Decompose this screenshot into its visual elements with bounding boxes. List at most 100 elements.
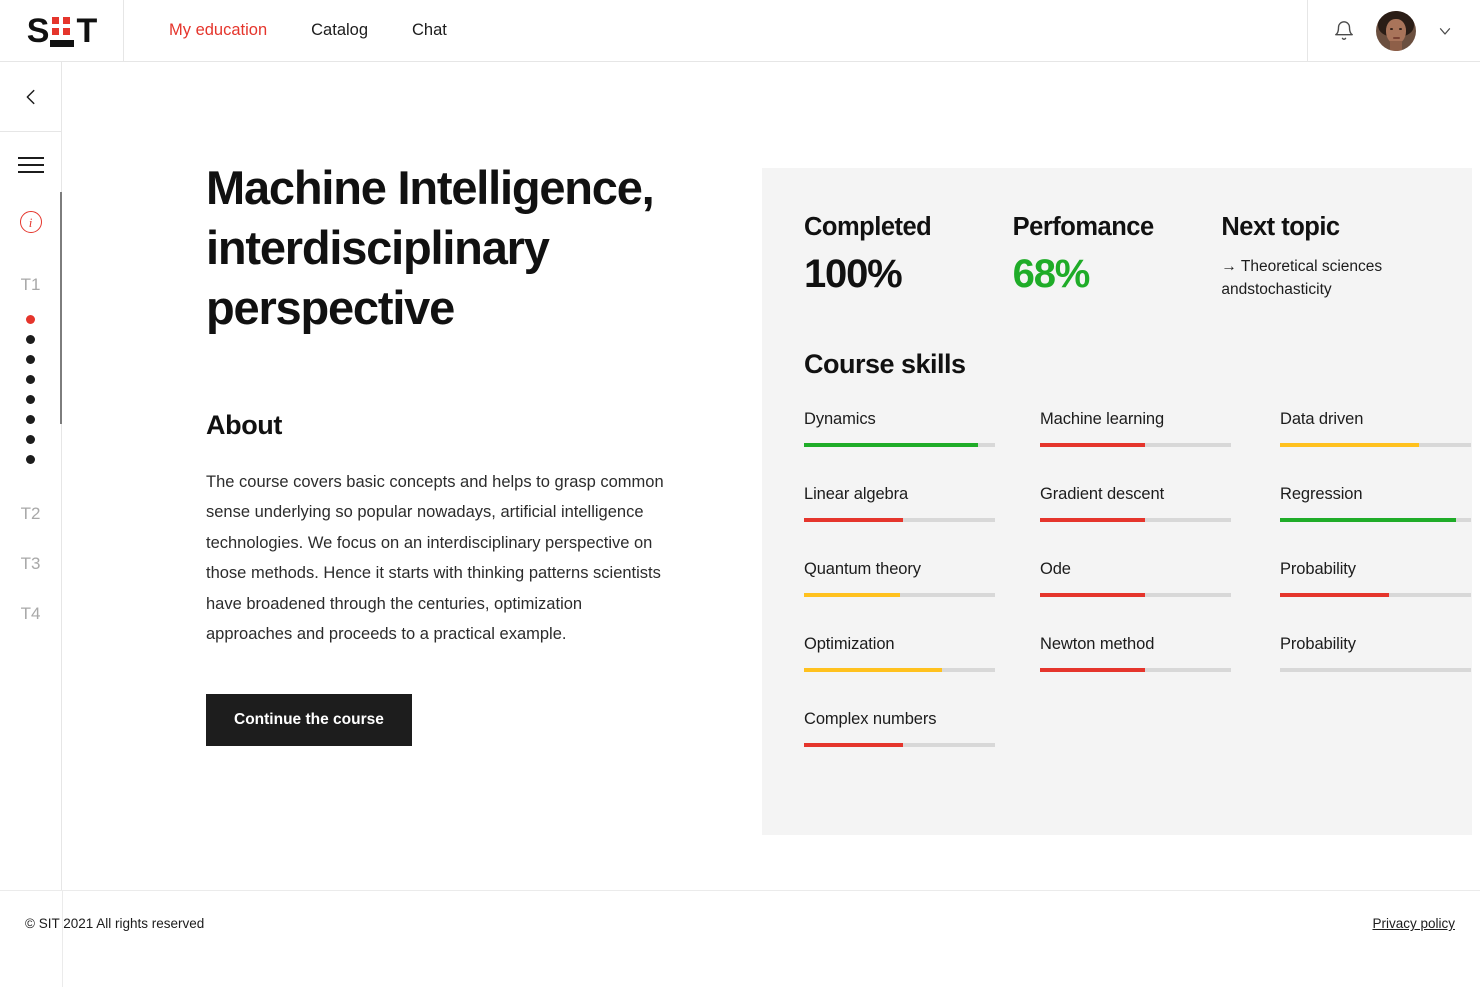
privacy-policy-link[interactable]: Privacy policy xyxy=(1372,916,1455,931)
avatar[interactable] xyxy=(1376,10,1416,51)
skill-name: Probability xyxy=(1280,560,1356,579)
stats-card: Completed 100% Perfomance 68% Next topic… xyxy=(762,168,1472,836)
skill-item: Complex numbers xyxy=(804,710,1040,785)
page-footer: © SIT 2021 All rights reserved Privacy p… xyxy=(0,891,1480,987)
skill-progress-fill xyxy=(1280,593,1389,598)
next-topic: Next topic → Theoretical sciences andsto… xyxy=(1221,213,1430,301)
lesson-dot[interactable] xyxy=(26,335,35,344)
skill-name: Gradient descent xyxy=(1040,485,1165,504)
continue-course-button[interactable]: Continue the course xyxy=(206,694,412,747)
skill-name: Dynamics xyxy=(804,410,876,429)
nav-link-catalog[interactable]: Catalog xyxy=(311,21,368,40)
about-heading: About xyxy=(206,410,282,440)
logo-underbar xyxy=(50,39,75,47)
nav-link-my-education[interactable]: My education xyxy=(169,21,267,40)
skill-name: Probability xyxy=(1280,635,1356,654)
skill-item: Data driven xyxy=(1280,410,1471,485)
page-body: i T1 T2 T3 T4 Machine Intelligence, inte… xyxy=(0,62,1480,891)
logo-dot-matrix-icon xyxy=(49,14,75,48)
sidebar-scrollbar[interactable] xyxy=(60,192,62,424)
skill-progress-track xyxy=(1280,443,1471,448)
lesson-dot-current[interactable] xyxy=(26,315,35,324)
skill-name: Quantum theory xyxy=(804,560,921,579)
skill-progress-track xyxy=(1040,518,1231,523)
skill-progress-track xyxy=(804,743,995,748)
chevron-down-icon[interactable] xyxy=(1436,22,1454,40)
skill-progress-track xyxy=(804,443,995,448)
skill-progress-fill xyxy=(804,518,904,523)
skill-progress-track xyxy=(1040,593,1231,598)
logo-mark: S T xyxy=(26,11,97,50)
lesson-dot[interactable] xyxy=(26,455,35,464)
skill-item: Probability xyxy=(1280,560,1471,635)
skill-progress-fill xyxy=(1040,668,1146,673)
sidebar-item-t1[interactable]: T1 xyxy=(21,275,41,295)
stat-completed: Completed 100% xyxy=(804,213,1013,301)
logo-letter-s: S xyxy=(26,11,50,50)
about-description: The course covers basic concepts and hel… xyxy=(206,473,664,644)
skill-item: Newton method xyxy=(1040,635,1280,710)
skill-name: Data driven xyxy=(1280,410,1364,429)
skill-progress-fill xyxy=(1040,518,1146,523)
app-root: S T My education Catalog Chat i T1 T2 T3… xyxy=(0,0,1480,987)
skill-progress-track xyxy=(804,668,995,673)
skill-name: Newton method xyxy=(1040,635,1155,654)
skill-name: Regression xyxy=(1280,485,1363,504)
sidebar-item-t4[interactable]: T4 xyxy=(21,604,41,624)
info-icon[interactable]: i xyxy=(19,211,42,233)
stat-value: 100% xyxy=(804,252,903,297)
course-overview-pane: Machine Intelligence, interdisciplinary … xyxy=(62,62,762,890)
copyright-text: © SIT 2021 All rights reserved xyxy=(25,916,205,931)
stat-label: Completed xyxy=(804,213,932,241)
sidebar-item-t2[interactable]: T2 xyxy=(21,504,41,524)
skill-item: Ode xyxy=(1040,560,1280,635)
skill-item: Machine learning xyxy=(1040,410,1280,485)
skill-name: Complex numbers xyxy=(804,710,937,729)
skill-item: Probability xyxy=(1280,635,1471,710)
nav-user-area xyxy=(1307,0,1480,61)
lesson-dot[interactable] xyxy=(26,375,35,384)
skill-progress-track xyxy=(1280,518,1471,523)
lesson-dot[interactable] xyxy=(26,395,35,404)
skill-progress-fill xyxy=(804,743,904,748)
skill-progress-fill xyxy=(1040,443,1146,448)
skill-progress-fill xyxy=(1280,443,1420,448)
bell-icon[interactable] xyxy=(1332,19,1356,43)
skill-name: Ode xyxy=(1040,560,1071,579)
course-sidebar: i T1 T2 T3 T4 xyxy=(0,62,62,890)
next-topic-text: Theoretical sciences andstochasticity xyxy=(1221,258,1383,299)
lesson-dot[interactable] xyxy=(26,435,35,444)
skill-item: Quantum theory xyxy=(804,560,1040,635)
primary-nav-links: My education Catalog Chat xyxy=(124,0,1307,61)
stats-row: Completed 100% Perfomance 68% Next topic… xyxy=(804,213,1430,301)
skill-progress-fill xyxy=(804,443,978,448)
skill-item: Gradient descent xyxy=(1040,485,1280,560)
skill-name: Machine learning xyxy=(1040,410,1165,429)
skill-progress-track xyxy=(804,518,995,523)
skill-progress-fill xyxy=(1040,593,1146,598)
hamburger-menu-icon[interactable] xyxy=(17,157,44,173)
nav-link-chat[interactable]: Chat xyxy=(412,21,447,40)
footer-divider xyxy=(62,891,63,987)
sidebar-item-t3[interactable]: T3 xyxy=(21,554,41,574)
arrow-right-icon: → xyxy=(1221,258,1237,276)
course-stats-pane: Completed 100% Perfomance 68% Next topic… xyxy=(762,62,1480,890)
next-topic-label: Next topic xyxy=(1221,213,1340,241)
lesson-dot-list xyxy=(26,315,35,464)
logo-letter-t: T xyxy=(76,11,97,50)
main-content: Machine Intelligence, interdisciplinary … xyxy=(62,62,1480,890)
skill-item: Dynamics xyxy=(804,410,1040,485)
skill-progress-track xyxy=(1280,593,1471,598)
skill-progress-fill xyxy=(804,593,900,598)
logo-dots xyxy=(52,16,71,35)
skill-progress-fill xyxy=(1280,518,1456,523)
skill-progress-fill xyxy=(804,668,942,673)
skill-name: Linear algebra xyxy=(804,485,909,504)
brand-logo[interactable]: S T xyxy=(0,0,124,61)
lesson-dot[interactable] xyxy=(26,355,35,364)
back-button[interactable] xyxy=(0,62,61,132)
next-topic-link[interactable]: → Theoretical sciences andstochasticity xyxy=(1221,255,1411,301)
skill-progress-track xyxy=(1040,668,1231,673)
skill-name: Optimization xyxy=(804,635,895,654)
lesson-dot[interactable] xyxy=(26,415,35,424)
